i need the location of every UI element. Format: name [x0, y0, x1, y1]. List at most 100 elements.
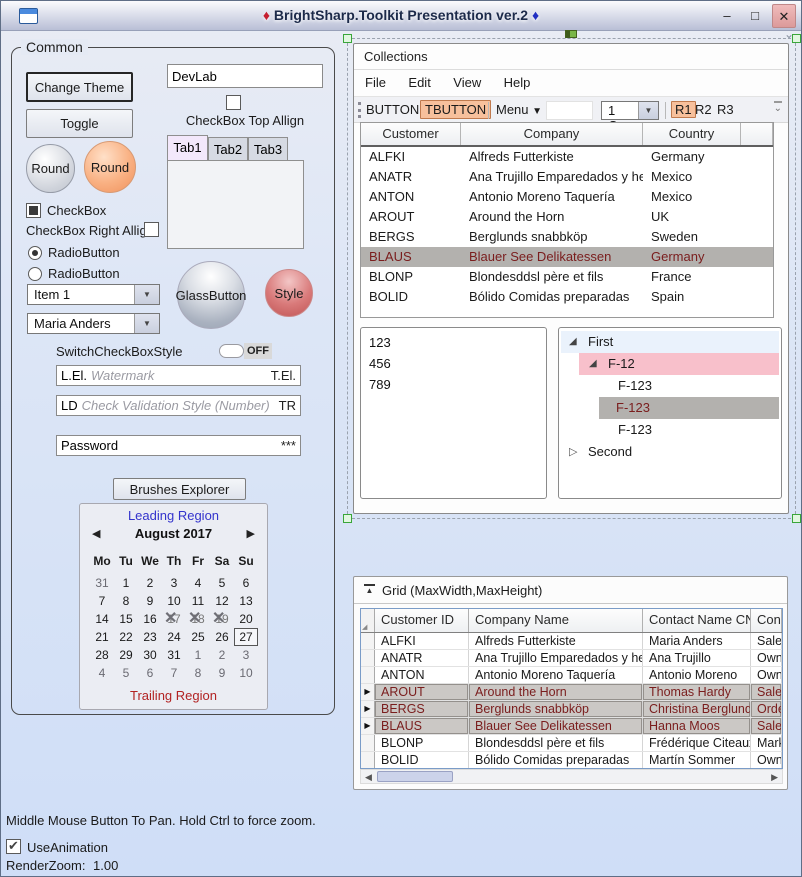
collapsed-arrow-icon[interactable]: ▷: [569, 441, 577, 463]
selection-handle[interactable]: [343, 514, 352, 523]
calendar-day[interactable]: 3: [162, 574, 186, 592]
radio-button-1[interactable]: [28, 246, 42, 260]
list-item[interactable]: 123: [361, 328, 546, 353]
table-row[interactable]: BOLID Bólido Comidas preparadas Martín S…: [361, 752, 782, 769]
calendar-day[interactable]: 2: [210, 646, 234, 664]
calendar-day[interactable]: 6: [234, 574, 258, 592]
selection-handle[interactable]: [792, 514, 801, 523]
devlab-textbox[interactable]: DevLab: [167, 64, 323, 88]
calendar-day[interactable]: 9: [138, 592, 162, 610]
menu-file[interactable]: File: [356, 70, 395, 96]
radio-button-2[interactable]: [28, 267, 42, 281]
tab-tab1[interactable]: Tab1: [167, 135, 208, 161]
column-header[interactable]: Cont: [751, 609, 782, 632]
table-row[interactable]: ALFKI Alfreds Futterkiste Maria Anders S…: [361, 633, 782, 650]
toolbar-button[interactable]: BUTTON: [366, 102, 419, 117]
row-header-marker[interactable]: ▶: [361, 701, 375, 717]
row-header[interactable]: [361, 633, 375, 649]
select-all-corner[interactable]: [361, 609, 375, 632]
calendar-day[interactable]: 5: [114, 664, 138, 682]
brushes-explorer-button[interactable]: Brushes Explorer: [113, 478, 246, 500]
calendar-day[interactable]: 1: [186, 646, 210, 664]
table-row[interactable]: ANTON Antonio Moreno Taquería Mexico: [361, 187, 773, 207]
calendar-day[interactable]: 30: [138, 646, 162, 664]
column-header[interactable]: Customer: [361, 123, 461, 145]
calendar-day[interactable]: 24: [162, 628, 186, 646]
calendar-day[interactable]: 10: [234, 664, 258, 682]
table-row[interactable]: BOLID Bólido Comidas preparadas Spain: [361, 287, 773, 307]
toolbar-grip[interactable]: [358, 102, 361, 118]
chevron-down-icon[interactable]: ▼: [638, 102, 658, 119]
checkbox-right-align[interactable]: [144, 222, 159, 237]
toolbar-radio-r1[interactable]: R1: [671, 101, 696, 118]
calendar-day[interactable]: 16: [138, 610, 162, 628]
calendar-day[interactable]: 9: [210, 664, 234, 682]
tab-tab3[interactable]: Tab3: [248, 137, 288, 161]
calendar-day[interactable]: 31: [90, 574, 114, 592]
toolbar-overflow-icon[interactable]: ⌄: [774, 101, 782, 115]
calendar-day[interactable]: 12: [210, 592, 234, 610]
calendar-day[interactable]: 10: [162, 592, 186, 610]
table-row[interactable]: ALFKI Alfreds Futterkiste Germany: [361, 147, 773, 167]
password-field[interactable]: Password ***: [56, 435, 301, 456]
toolbar-radio-r3[interactable]: R3: [717, 102, 734, 117]
validation-field[interactable]: LD Check Validation Style (Number) TR: [56, 395, 301, 416]
column-header[interactable]: Customer ID: [375, 609, 469, 632]
horizontal-scrollbar[interactable]: ◀ ▶: [360, 769, 783, 784]
expanded-arrow-icon[interactable]: ◢: [589, 353, 597, 375]
toggle-button[interactable]: Toggle: [26, 109, 133, 138]
table-row-selected[interactable]: ▶ BERGS Berglunds snabbköp Christina Ber…: [361, 701, 782, 718]
calendar-day[interactable]: 4: [186, 574, 210, 592]
chevron-down-icon[interactable]: ▼: [134, 314, 159, 333]
row-header[interactable]: [361, 752, 375, 768]
round-gray-button[interactable]: Round: [26, 144, 75, 193]
calendar-day[interactable]: 15: [114, 610, 138, 628]
collapse-pin-icon[interactable]: ▲: [364, 584, 375, 595]
watermark-field[interactable]: L.El. Watermark T.El.: [56, 365, 301, 386]
selection-handle[interactable]: [343, 34, 352, 43]
row-header-marker[interactable]: ▶: [361, 684, 375, 700]
calendar-day[interactable]: 21: [90, 628, 114, 646]
tree-item-second[interactable]: ▷ Second: [561, 441, 779, 463]
tree-item-f12[interactable]: ◢ F-12: [579, 353, 779, 375]
table-row[interactable]: ANATR Ana Trujillo Emparedados y hela Me…: [361, 167, 773, 187]
toolbar-radio-r2[interactable]: R2: [695, 102, 712, 117]
glass-button[interactable]: GlassButton: [177, 261, 245, 329]
calendar-day[interactable]: 7: [90, 592, 114, 610]
toolbar-combobox[interactable]: 1 Com ▼: [601, 101, 659, 120]
table-row[interactable]: ANATR Ana Trujillo Emparedados y helados…: [361, 650, 782, 667]
table-row[interactable]: BERGS Berglunds snabbköp Sweden: [361, 227, 773, 247]
calendar-day[interactable]: 4: [90, 664, 114, 682]
maximize-button[interactable]: □: [743, 4, 767, 28]
row-header[interactable]: [361, 735, 375, 751]
grid-panel-header[interactable]: ▲ Grid (MaxWidth,MaxHeight): [354, 577, 787, 604]
list-item[interactable]: 456: [361, 353, 546, 374]
table-row[interactable]: BLONP Blondesddsl père et fils Frédériqu…: [361, 735, 782, 752]
tree-item-first[interactable]: ◢ First: [561, 331, 779, 353]
calendar-next-icon[interactable]: ▶: [247, 527, 255, 540]
title-bar[interactable]: ♦ BrightSharp.Toolkit Presentation ver.2…: [1, 1, 801, 31]
calendar-day[interactable]: 25: [186, 628, 210, 646]
calendar-day[interactable]: 11: [186, 592, 210, 610]
tree-item-f123[interactable]: F-123: [561, 375, 779, 397]
list-item[interactable]: 789: [361, 374, 546, 395]
customer-combobox[interactable]: Maria Anders ▼: [27, 313, 160, 334]
calendar-day[interactable]: 5: [210, 574, 234, 592]
calendar-day[interactable]: 29: [114, 646, 138, 664]
scroll-right-icon[interactable]: ▶: [771, 771, 778, 784]
style-button[interactable]: Style: [265, 269, 313, 317]
column-header[interactable]: Country: [643, 123, 741, 145]
table-row[interactable]: AROUT Around the Horn UK: [361, 207, 773, 227]
calendar-month-label[interactable]: August 2017: [80, 526, 267, 541]
menu-help[interactable]: Help: [495, 70, 540, 96]
column-header[interactable]: Company Name: [469, 609, 643, 632]
close-button[interactable]: ✕: [772, 4, 796, 28]
calendar-day[interactable]: 20: [234, 610, 258, 628]
menu-view[interactable]: View: [444, 70, 490, 96]
calendar-day[interactable]: 7: [162, 664, 186, 682]
tree-item-f123-selected[interactable]: F-123: [599, 397, 779, 419]
calendar-day-selected[interactable]: 27: [234, 628, 258, 646]
table-row-selected[interactable]: ▶ BLAUS Blauer See Delikatessen Hanna Mo…: [361, 718, 782, 735]
change-theme-button[interactable]: Change Theme: [26, 72, 133, 102]
expanded-arrow-icon[interactable]: ◢: [569, 331, 577, 353]
